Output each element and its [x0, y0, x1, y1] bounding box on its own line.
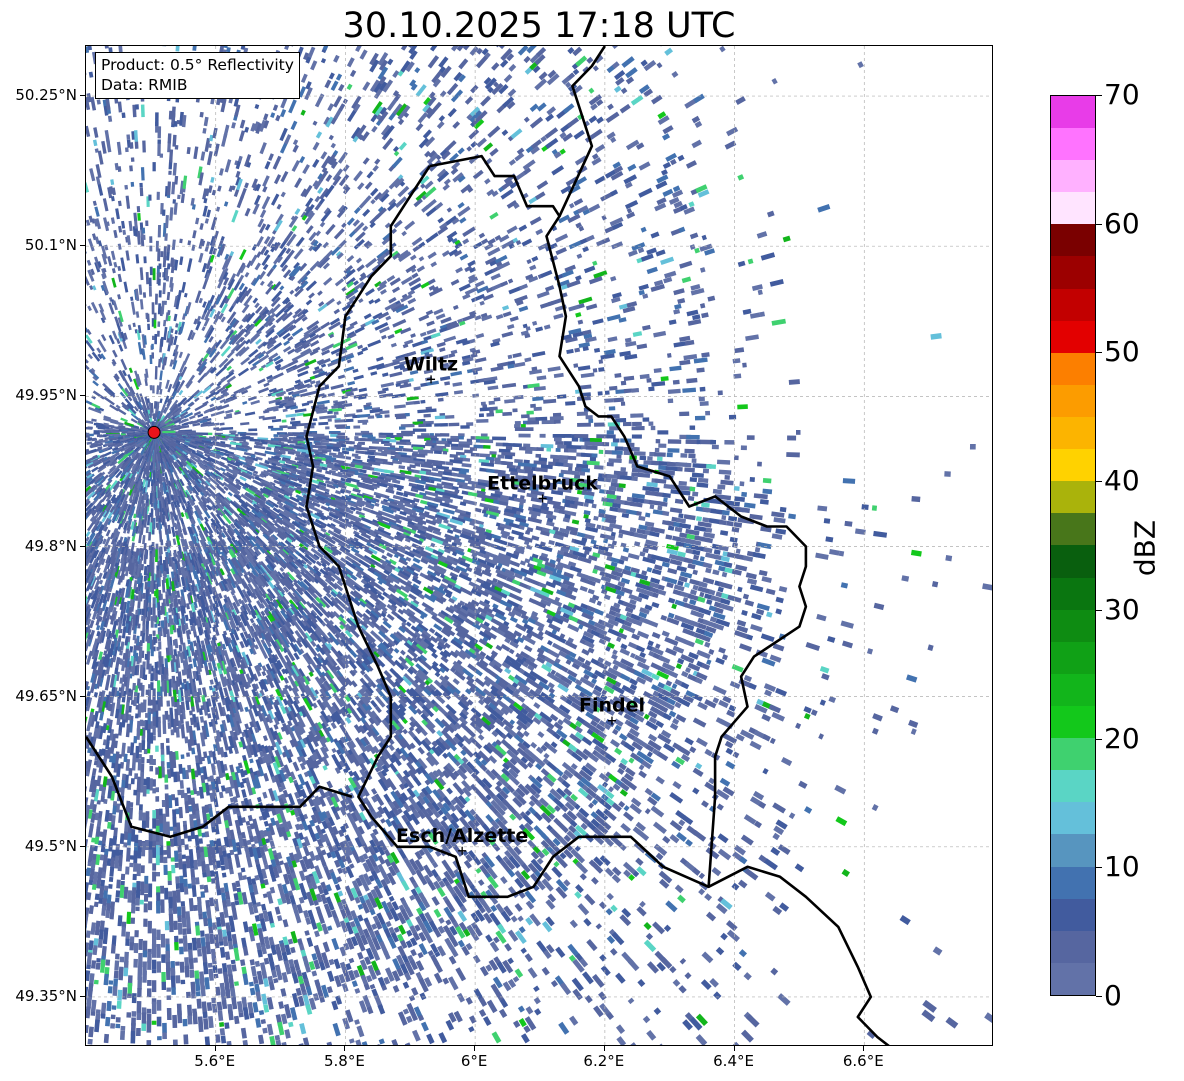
colorbar-tick-label: 20	[1104, 721, 1140, 755]
colorbar-segment	[1051, 609, 1095, 642]
colorbar-segment	[1051, 449, 1095, 482]
y-tick-mark	[80, 545, 85, 547]
colorbar-segment	[1051, 384, 1095, 418]
y-tick-mark	[80, 245, 85, 247]
colorbar-segment	[1051, 513, 1095, 546]
colorbar-tick-mark	[1096, 867, 1102, 869]
colorbar-segment	[1051, 128, 1095, 161]
colorbar-segment	[1051, 224, 1095, 257]
x-tick-label: 6°E	[460, 1052, 488, 1070]
colorbar-segment	[1051, 898, 1095, 931]
radar-site-marker	[147, 425, 161, 439]
colorbar-segment	[1051, 160, 1095, 193]
colorbar-segment	[1051, 738, 1095, 771]
colorbar-tick-mark	[1096, 95, 1102, 96]
colorbar-segment	[1051, 706, 1095, 739]
colorbar	[1050, 95, 1096, 996]
colorbar-segment	[1051, 481, 1095, 514]
colorbar-tick-label: 40	[1104, 464, 1140, 498]
colorbar-segment	[1051, 770, 1095, 803]
colorbar-tick-label: 60	[1104, 206, 1140, 240]
y-tick-label: 49.8°N	[24, 536, 77, 555]
colorbar-segment	[1051, 962, 1095, 995]
y-tick-label: 49.65°N	[15, 686, 77, 705]
x-tick-mark	[733, 1046, 735, 1051]
x-tick-mark	[474, 1046, 476, 1051]
x-tick-label: 5.8°E	[324, 1052, 365, 1070]
y-tick-label: 49.5°N	[24, 836, 77, 855]
colorbar-segment	[1051, 320, 1095, 353]
city-name: Ettelbruck	[487, 472, 598, 494]
colorbar-tick-mark	[1096, 352, 1102, 354]
city-name: Esch/Alzette	[396, 825, 528, 847]
colorbar-tick-mark	[1096, 609, 1102, 611]
colorbar-label: dBZ	[1128, 519, 1162, 577]
city-name: Wiltz	[404, 353, 458, 375]
colorbar-segment	[1051, 641, 1095, 674]
y-tick-mark	[80, 95, 85, 97]
x-tick-mark	[863, 1046, 865, 1051]
colorbar-tick-label: 10	[1104, 850, 1140, 884]
y-tick-mark	[80, 845, 85, 847]
colorbar-segment	[1051, 352, 1095, 385]
y-tick-mark	[80, 395, 85, 397]
colorbar-tick-label: 30	[1104, 592, 1140, 626]
data-source-label: Data: RMIB	[101, 76, 188, 94]
y-tick-label: 50.25°N	[15, 86, 77, 105]
product-info-box: Product: 0.5° Reflectivity Data: RMIB	[95, 52, 300, 99]
colorbar-tick-mark	[1096, 996, 1102, 997]
radar-map-canvas: Wiltz Ettelbruck Findel Esch/Alzette	[86, 46, 992, 1045]
chart-title: 30.10.2025 17:18 UTC	[342, 6, 736, 46]
y-tick-mark	[80, 695, 85, 697]
x-tick-mark	[214, 1046, 216, 1051]
product-label: Product: 0.5° Reflectivity	[101, 56, 294, 74]
colorbar-tick-mark	[1096, 738, 1102, 740]
y-tick-mark	[80, 995, 85, 997]
y-tick-label: 49.95°N	[15, 386, 77, 405]
x-tick-label: 5.6°E	[194, 1052, 236, 1070]
colorbar-segment	[1051, 673, 1095, 707]
x-tick-mark	[603, 1046, 605, 1051]
x-tick-label: 6.2°E	[583, 1052, 625, 1070]
colorbar-segment	[1051, 417, 1095, 450]
colorbar-segment	[1051, 545, 1095, 578]
colorbar-segment	[1051, 288, 1095, 321]
x-tick-mark	[344, 1046, 346, 1051]
colorbar-tick-mark	[1096, 223, 1102, 225]
colorbar-segment	[1051, 577, 1095, 610]
x-tick-label: 6.6°E	[842, 1052, 884, 1070]
colorbar-segment	[1051, 866, 1095, 899]
colorbar-segment	[1051, 834, 1095, 867]
x-tick-label: 6.4°E	[713, 1052, 754, 1070]
colorbar-tick-label: 70	[1104, 78, 1140, 111]
reflectivity-field	[86, 46, 992, 1045]
colorbar-segment	[1051, 192, 1095, 225]
colorbar-segment	[1051, 256, 1095, 289]
colorbar-segment	[1051, 95, 1095, 129]
y-tick-label: 50.1°N	[24, 236, 77, 255]
colorbar-tick-label: 0	[1104, 979, 1122, 1012]
colorbar-tick-mark	[1096, 481, 1102, 483]
colorbar-segment	[1051, 802, 1095, 835]
colorbar-segment	[1051, 930, 1095, 963]
colorbar-tick-label: 50	[1104, 335, 1140, 369]
border-de-fr	[708, 865, 890, 1045]
city-name: Findel	[579, 695, 645, 717]
radar-map[interactable]: Wiltz Ettelbruck Findel Esch/Alzette	[85, 45, 993, 1046]
y-tick-label: 49.35°N	[15, 986, 77, 1005]
